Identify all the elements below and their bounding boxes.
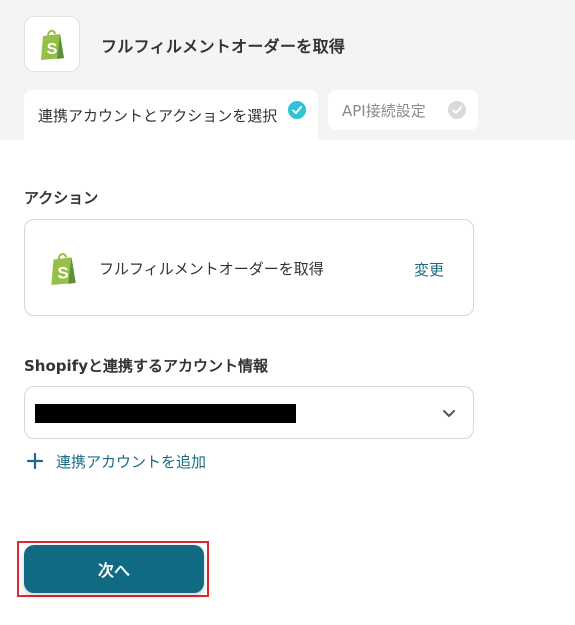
account-select[interactable] <box>24 386 474 439</box>
account-section-label: Shopifyと連携するアカウント情報 <box>24 357 268 375</box>
action-name: フルフィルメントオーダーを取得 <box>99 260 324 278</box>
redacted-account-value <box>35 404 296 423</box>
plus-icon <box>26 452 44 470</box>
page-header: S フルフィルメントオーダーを取得 連携アカウントとアクションを選択 API接続… <box>0 0 575 140</box>
check-circle-icon <box>288 101 306 119</box>
next-button[interactable]: 次へ <box>24 545 204 593</box>
chevron-down-icon <box>443 410 455 417</box>
page-title: フルフィルメントオーダーを取得 <box>101 37 346 56</box>
svg-text:S: S <box>47 41 58 58</box>
add-account-link[interactable]: 連携アカウントを追加 <box>26 450 206 472</box>
svg-text:S: S <box>57 264 68 283</box>
action-section-label: アクション <box>24 189 99 207</box>
app-icon-tile: S <box>24 16 80 72</box>
tab-select-account-action[interactable]: 連携アカウントとアクションを選択 <box>24 90 318 140</box>
tab-label: 連携アカウントとアクションを選択 <box>38 106 278 125</box>
tab-label: API接続設定 <box>342 101 426 120</box>
check-circle-icon <box>448 101 466 119</box>
add-account-label: 連携アカウントを追加 <box>56 452 207 471</box>
shopify-bag-icon: S <box>47 250 79 290</box>
action-card: S フルフィルメントオーダーを取得 変更 <box>24 219 474 316</box>
shopify-bag-icon: S <box>41 29 64 60</box>
tab-api-settings[interactable]: API接続設定 <box>328 90 478 130</box>
change-action-link[interactable]: 変更 <box>414 259 444 280</box>
